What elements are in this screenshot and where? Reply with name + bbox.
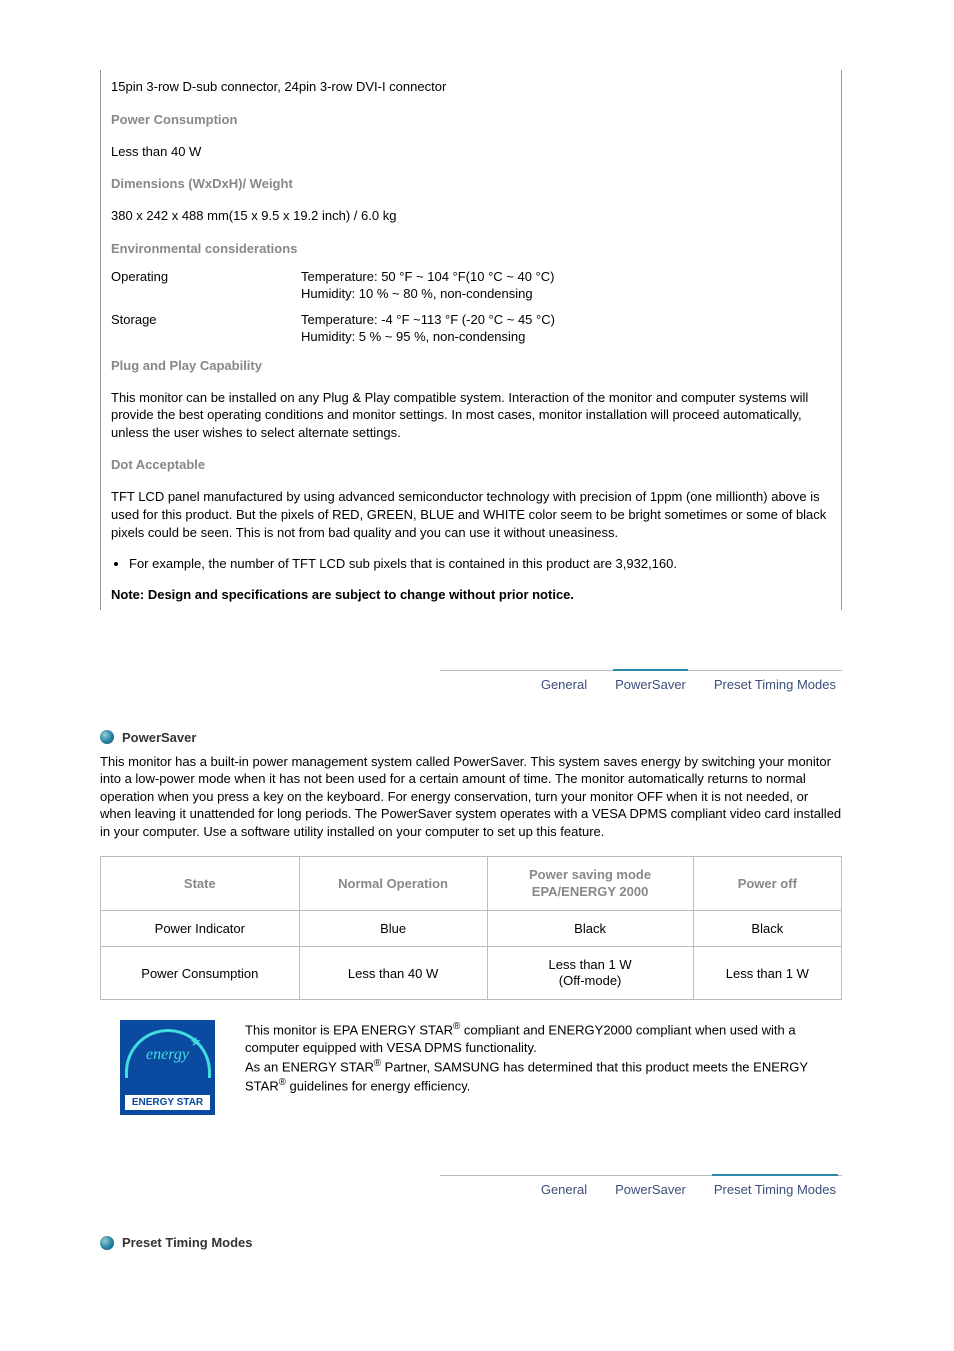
env-storage-key: Storage [111,311,301,346]
spec-dot-bullets: For example, the number of TFT LCD sub p… [111,555,831,573]
spec-power-label: Power Consumption [111,104,831,135]
table-row: Power Consumption Less than 40 W Less th… [101,946,842,1000]
powersaver-body: This monitor has a built-in power manage… [100,753,842,841]
energy-star-arc-icon: energy ★ [125,1029,211,1078]
th-off: Power off [693,857,841,911]
tab-strip-2: General PowerSaver Preset Timing Modes [440,1175,842,1199]
td-consumption-label: Power Consumption [101,946,300,1000]
spec-dot-label: Dot Acceptable [111,449,831,480]
td-consumption-normal: Less than 40 W [299,946,487,1000]
td-indicator-off: Black [693,910,841,946]
powersaver-table: State Normal Operation Power saving mode… [100,856,842,1000]
env-storage-row: Storage Temperature: -4 °F ~113 °F (-20 … [111,307,831,350]
spec-connector: 15pin 3-row D-sub connector, 24pin 3-row… [111,70,831,104]
th-saving: Power saving mode EPA/ENERGY 2000 [487,857,693,911]
tab-powersaver[interactable]: PowerSaver [615,677,686,694]
spec-dot-body: TFT LCD panel manufactured by using adva… [111,480,831,549]
env-operating-val: Temperature: 50 °F ~ 104 °F(10 °C ~ 40 °… [301,268,831,303]
env-operating-row: Operating Temperature: 50 °F ~ 104 °F(10… [111,264,831,307]
env-storage-val: Temperature: -4 °F ~113 °F (-20 °C ~ 45 … [301,311,831,346]
spec-power-value: Less than 40 W [111,135,831,169]
spec-dot-bullet-1: For example, the number of TFT LCD sub p… [129,555,831,573]
th-saving-line2: EPA/ENERGY 2000 [532,884,649,899]
td-indicator-saving: Black [487,910,693,946]
th-saving-line1: Power saving mode [529,867,651,882]
star-icon: ★ [190,1034,202,1050]
th-state: State [101,857,300,911]
powersaver-title: PowerSaver [122,730,196,745]
energy-text-1a: This monitor is EPA ENERGY STAR [245,1023,453,1038]
tab-general[interactable]: General [541,1182,587,1199]
preset-timing-header: Preset Timing Modes [100,1235,842,1250]
preset-timing-title: Preset Timing Modes [122,1235,253,1250]
td-consumption-off: Less than 1 W [693,946,841,1000]
env-operating-key: Operating [111,268,301,303]
section-bullet-icon [100,730,114,744]
registered-symbol: ® [374,1058,381,1069]
th-normal: Normal Operation [299,857,487,911]
energy-text-2a: As an ENERGY STAR [245,1059,374,1074]
spec-note: Note: Design and specifications are subj… [111,579,831,610]
td-consumption-saving2: (Off-mode) [559,973,622,988]
spec-dimensions-value: 380 x 242 x 488 mm(15 x 9.5 x 19.2 inch)… [111,199,831,233]
spec-env-label: Environmental considerations [111,233,831,264]
powersaver-header: PowerSaver [100,730,842,745]
tab-strip-1: General PowerSaver Preset Timing Modes [440,670,842,694]
td-indicator-label: Power Indicator [101,910,300,946]
energy-star-text: This monitor is EPA ENERGY STAR® complia… [245,1020,842,1094]
table-row: State Normal Operation Power saving mode… [101,857,842,911]
energy-star-label: ENERGY STAR [125,1095,210,1110]
specifications-block: 15pin 3-row D-sub connector, 24pin 3-row… [100,70,842,610]
table-row: Power Indicator Blue Black Black [101,910,842,946]
td-indicator-normal: Blue [299,910,487,946]
tab-preset-timing[interactable]: Preset Timing Modes [714,1182,836,1199]
tab-general[interactable]: General [541,677,587,694]
spec-pnp-label: Plug and Play Capability [111,350,831,381]
registered-symbol: ® [279,1077,286,1088]
energy-star-block: energy ★ ENERGY STAR This monitor is EPA… [100,1020,842,1115]
tab-preset-timing[interactable]: Preset Timing Modes [714,677,836,694]
energy-text-2c: guidelines for energy efficiency. [286,1078,471,1093]
td-consumption-saving1: Less than 1 W [549,957,632,972]
tab-powersaver[interactable]: PowerSaver [615,1182,686,1199]
section-bullet-icon [100,1236,114,1250]
spec-dimensions-label: Dimensions (WxDxH)/ Weight [111,168,831,199]
energy-star-logo: energy ★ ENERGY STAR [120,1020,215,1115]
spec-pnp-body: This monitor can be installed on any Plu… [111,381,831,450]
td-consumption-saving: Less than 1 W (Off-mode) [487,946,693,1000]
